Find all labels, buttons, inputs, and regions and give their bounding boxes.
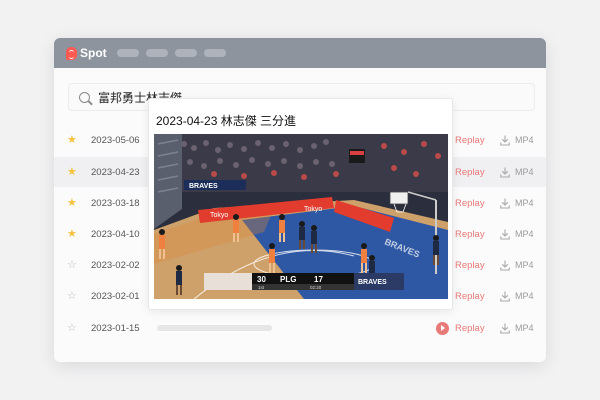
home-score: 30 (257, 275, 266, 284)
download-icon[interactable] (500, 260, 510, 271)
mp4-download-button[interactable]: MP4 (515, 198, 534, 208)
mp4-download-button[interactable]: MP4 (515, 167, 534, 177)
nav-item-1[interactable] (116, 49, 139, 57)
app-logo[interactable]: Spot (66, 46, 107, 60)
replay-button[interactable]: Replay (455, 135, 485, 146)
app-name: Spot (80, 46, 107, 60)
game-clock: 02:20 (310, 285, 322, 290)
star-icon[interactable]: ★ (67, 134, 77, 146)
title-bar: Spot (54, 38, 546, 68)
video-player[interactable]: BRAVES Tokyo Tokyo BRAVES 30 PLG 17 BRAV… (154, 134, 448, 299)
sponsor-banner-right: Tokyo (304, 206, 322, 213)
sponsor-banner-left: Tokyo (210, 212, 228, 219)
video-frame: BRAVES Tokyo Tokyo BRAVES 30 PLG 17 BRAV… (154, 134, 448, 299)
item-date: 2023-04-10 (91, 228, 140, 240)
replay-button[interactable]: Replay (455, 167, 485, 178)
video-preview-popup: 2023-04-23 林志傑 三分進 BRAVES Tokyo Tokyo BR… (148, 98, 453, 310)
download-icon[interactable] (500, 135, 510, 146)
mp4-download-button[interactable]: MP4 (515, 229, 534, 239)
star-icon[interactable]: ☆ (67, 322, 77, 334)
team-banner-left: BRAVES (189, 183, 218, 190)
title-placeholder (157, 325, 272, 331)
mp4-download-button[interactable]: MP4 (515, 291, 534, 301)
download-icon[interactable] (500, 167, 510, 178)
download-icon[interactable] (500, 229, 510, 240)
league-label: PLG (280, 275, 296, 284)
preview-title: 2023-04-23 林志傑 三分進 (156, 114, 297, 128)
item-date: 2023-03-18 (91, 197, 140, 209)
nav-item-3[interactable] (174, 49, 197, 57)
replay-button[interactable]: Replay (455, 323, 485, 334)
star-icon[interactable]: ★ (67, 197, 77, 209)
item-date: 2023-04-23 (91, 166, 140, 178)
mp4-download-button[interactable]: MP4 (515, 135, 534, 145)
game-quarter: 1st (258, 285, 265, 290)
download-icon[interactable] (500, 198, 510, 209)
download-icon[interactable] (500, 323, 510, 334)
item-date: 2023-05-06 (91, 134, 140, 146)
nav-item-2[interactable] (145, 49, 168, 57)
replay-button[interactable]: Replay (455, 229, 485, 240)
away-team-name: BRAVES (358, 279, 387, 286)
item-date: 2023-02-02 (91, 259, 140, 271)
star-icon[interactable]: ★ (67, 228, 77, 240)
play-icon[interactable] (436, 321, 449, 335)
replay-button[interactable]: Replay (455, 291, 485, 302)
list-item[interactable]: ☆ 2023-01-15 Replay MP4 (54, 313, 546, 343)
mp4-download-button[interactable]: MP4 (515, 323, 534, 333)
star-icon[interactable]: ★ (67, 166, 77, 178)
spot-logo-icon (66, 46, 77, 60)
download-icon[interactable] (500, 291, 510, 302)
scoreboard-overlay: 30 PLG 17 BRAVES 1st 02:20 (204, 273, 404, 290)
star-icon[interactable]: ☆ (67, 290, 77, 302)
nav-item-4[interactable] (203, 49, 226, 57)
item-date: 2023-02-01 (91, 290, 140, 302)
away-score: 17 (314, 275, 323, 284)
replay-button[interactable]: Replay (455, 198, 485, 209)
star-icon[interactable]: ☆ (67, 259, 77, 271)
mp4-download-button[interactable]: MP4 (515, 260, 534, 270)
item-date: 2023-01-15 (91, 322, 140, 334)
replay-button[interactable]: Replay (455, 260, 485, 271)
search-icon (79, 91, 90, 103)
